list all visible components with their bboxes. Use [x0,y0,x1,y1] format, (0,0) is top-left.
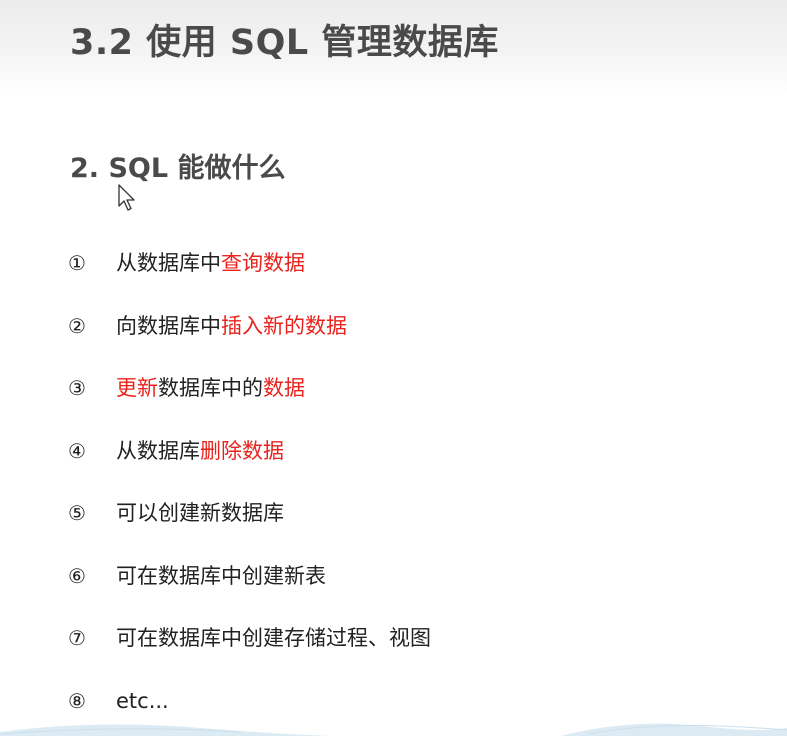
item-highlight-segment: 插入新的数据 [221,314,347,338]
list-item: ⑥ 可在数据库中创建新表 [68,557,431,620]
list-item: ① 从数据库中查询数据 [68,244,431,307]
feature-list: ① 从数据库中查询数据 ② 向数据库中插入新的数据 ③ 更新数据库中的数据 ④ … [68,244,431,744]
slide-title: 3.2 使用 SQL 管理数据库 [70,14,499,65]
list-item: ② 向数据库中插入新的数据 [68,307,431,370]
item-text: 从数据库中查询数据 [116,244,305,282]
item-text: 可在数据库中创建新表 [116,557,326,595]
item-text-segment: 可在数据库中创建存储过程、视图 [116,626,431,650]
list-item: ⑤ 可以创建新数据库 [68,494,431,557]
item-number: ⑧ [68,682,116,720]
item-highlight-segment: 数据 [263,376,305,400]
list-item: ④ 从数据库删除数据 [68,432,431,495]
item-text-segment: 向数据库中 [116,314,221,338]
item-text-segment: 数据库中的 [158,376,263,400]
mouse-pointer-icon [117,184,139,214]
section-heading: 2. SQL 能做什么 [70,146,285,185]
item-highlight-segment: 更新 [116,376,158,400]
item-text: 向数据库中插入新的数据 [116,307,347,345]
item-text-segment: etc... [116,689,169,713]
list-item: ③ 更新数据库中的数据 [68,369,431,432]
item-text: 可以创建新数据库 [116,494,284,532]
item-number: ⑤ [68,494,116,532]
bottom-wave-decoration [0,718,787,736]
item-number: ⑥ [68,557,116,595]
item-text-segment: 从数据库 [116,439,200,463]
item-highlight-segment: 查询数据 [221,251,305,275]
item-number: ④ [68,432,116,470]
item-number: ② [68,307,116,345]
item-highlight-segment: 删除数据 [200,439,284,463]
list-item: ⑦ 可在数据库中创建存储过程、视图 [68,619,431,682]
item-text: etc... [116,682,169,720]
item-number: ③ [68,369,116,407]
item-text: 可在数据库中创建存储过程、视图 [116,619,431,657]
item-text-segment: 可在数据库中创建新表 [116,564,326,588]
item-text-segment: 从数据库中 [116,251,221,275]
item-number: ⑦ [68,619,116,657]
item-number: ① [68,244,116,282]
item-text: 更新数据库中的数据 [116,369,305,407]
item-text: 从数据库删除数据 [116,432,284,470]
item-text-segment: 可以创建新数据库 [116,501,284,525]
